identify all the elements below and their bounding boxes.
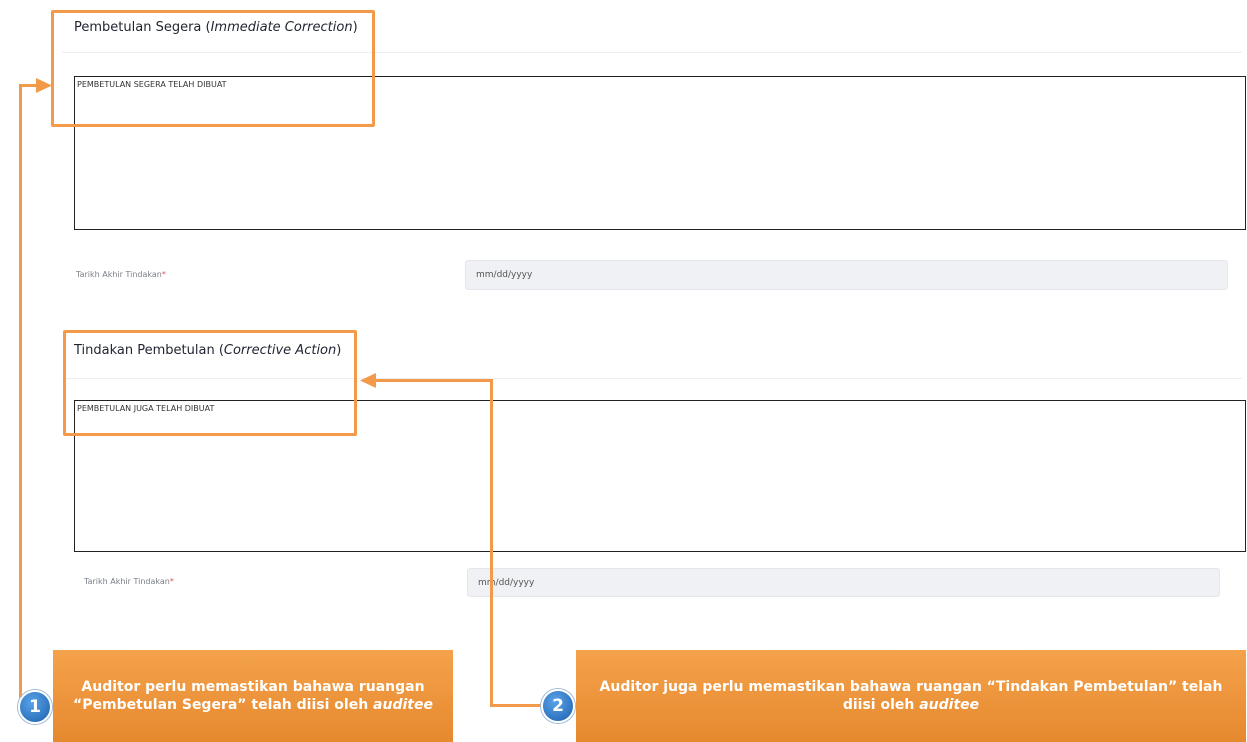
arrow-right-icon <box>36 78 52 93</box>
required-asterisk: * <box>169 577 174 586</box>
connector-line-2 <box>490 704 542 707</box>
callout-1: Auditor perlu memastikan bahawa ruangan … <box>53 650 453 742</box>
arrow-left-icon <box>360 373 376 388</box>
highlight-box-immediate-correction <box>51 10 375 127</box>
connector-line-2 <box>490 379 493 707</box>
date-input[interactable]: mm/dd/yyyy <box>467 568 1220 597</box>
step-1-badge: 1 <box>18 690 52 724</box>
highlight-box-corrective-action <box>63 330 357 436</box>
step-2-badge: 2 <box>541 689 575 723</box>
connector-line-2 <box>372 379 493 382</box>
date-label: Tarikh Akhir Tindakan* <box>84 577 174 586</box>
connector-line-1 <box>19 84 22 698</box>
required-asterisk: * <box>161 270 166 279</box>
date-label: Tarikh Akhir Tindakan* <box>76 270 166 279</box>
date-input[interactable]: mm/dd/yyyy <box>465 260 1228 290</box>
callout-2: Auditor juga perlu memastikan bahawa rua… <box>576 650 1246 742</box>
